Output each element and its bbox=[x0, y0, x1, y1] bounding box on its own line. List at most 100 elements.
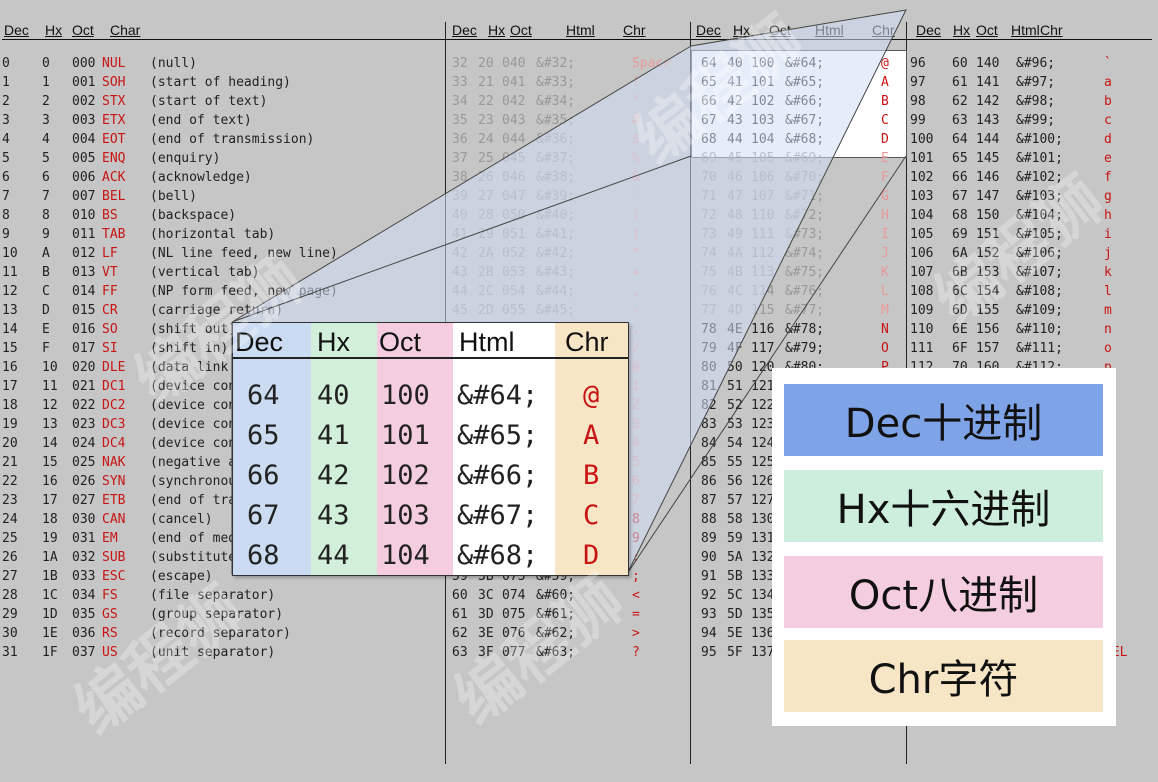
chr-cell: H bbox=[881, 208, 889, 223]
chr-cell: 0 bbox=[632, 360, 640, 375]
hx-cell: 16 bbox=[42, 474, 58, 489]
callout-hx: 40 bbox=[317, 380, 350, 411]
oct-cell: 146 bbox=[976, 170, 1000, 185]
oct-cell: 055 bbox=[502, 303, 526, 318]
hx-cell: 5D bbox=[727, 607, 743, 622]
oct-cell: 141 bbox=[976, 75, 1000, 90]
oct-cell: 035 bbox=[72, 607, 96, 622]
table-row: 99 63 143 &#99; c bbox=[908, 111, 1156, 130]
html-cell: &#101; bbox=[1016, 151, 1063, 166]
hx-cell: F bbox=[42, 341, 50, 356]
oct-cell: 043 bbox=[502, 113, 526, 128]
html-cell: &#76; bbox=[785, 284, 825, 299]
oct-cell: 002 bbox=[72, 94, 96, 109]
html-cell: &#68; bbox=[785, 132, 825, 147]
oct-cell: 137 bbox=[751, 645, 775, 660]
callout-header-hx: Hx bbox=[317, 327, 350, 357]
html-cell: &#106; bbox=[1016, 246, 1063, 261]
html-cell: &#96; bbox=[1016, 56, 1056, 71]
chr-cell: / bbox=[632, 341, 640, 356]
char-cell: GS bbox=[102, 607, 118, 622]
callout-header-oct: Oct bbox=[379, 327, 422, 357]
hx-cell: D bbox=[42, 303, 50, 318]
table-row: 11 B 013 VT (vertical tab) bbox=[0, 263, 440, 282]
dec-cell: 45 bbox=[452, 303, 468, 318]
oct-cell: 013 bbox=[72, 265, 96, 280]
hx-cell: 5F bbox=[727, 645, 743, 660]
oct-cell: 151 bbox=[976, 227, 1000, 242]
col0-header-dec: Dec bbox=[4, 22, 29, 38]
table-row: 28 1C 034 FS (file separator) bbox=[0, 586, 440, 605]
table-row: 32 20 040 &#32; Space bbox=[448, 54, 688, 73]
callout-dec: 66 bbox=[247, 460, 280, 491]
hx-cell: B bbox=[42, 265, 50, 280]
dec-cell: 85 bbox=[701, 455, 717, 470]
char-cell: ETB bbox=[102, 493, 126, 508]
table-row: 42 2A 052 &#42; * bbox=[448, 244, 688, 263]
hx-cell: 12 bbox=[42, 398, 58, 413]
table-row: 43 2B 053 &#43; + bbox=[448, 263, 688, 282]
dec-cell: 40 bbox=[452, 208, 468, 223]
char-cell: CR bbox=[102, 303, 118, 318]
html-cell: &#70; bbox=[785, 170, 825, 185]
callout-oct: 100 bbox=[381, 380, 430, 411]
chr-cell: C bbox=[881, 113, 889, 128]
oct-cell: 114 bbox=[751, 284, 775, 299]
dec-cell: 20 bbox=[2, 436, 18, 451]
description-cell: (end of transmission) bbox=[150, 132, 315, 147]
chr-cell: + bbox=[632, 265, 640, 280]
table-row: 5 5 005 ENQ (enquiry) bbox=[0, 149, 440, 168]
oct-cell: 143 bbox=[976, 113, 1000, 128]
description-cell: (end of text) bbox=[150, 113, 252, 128]
hx-cell: 67 bbox=[952, 189, 968, 204]
html-cell: &#108; bbox=[1016, 284, 1063, 299]
hx-cell: 1A bbox=[42, 550, 58, 565]
dec-cell: 95 bbox=[701, 645, 717, 660]
dec-cell: 26 bbox=[2, 550, 18, 565]
table-row: 72 48 110 &#72; H bbox=[691, 206, 905, 225]
callout-chr: C bbox=[583, 500, 600, 531]
hx-cell: 6F bbox=[952, 341, 968, 356]
dec-cell: 100 bbox=[910, 132, 934, 147]
html-cell: &#43; bbox=[536, 265, 576, 280]
table-row: 0 0 000 NUL (null) bbox=[0, 54, 440, 73]
hx-cell: 4F bbox=[727, 341, 743, 356]
chr-cell: : bbox=[632, 550, 640, 565]
chr-cell: > bbox=[632, 626, 640, 641]
chr-cell: N bbox=[881, 322, 889, 337]
chr-cell: , bbox=[632, 284, 640, 299]
description-cell: (start of text) bbox=[150, 94, 268, 109]
hx-cell: 6B bbox=[952, 265, 968, 280]
char-cell: EM bbox=[102, 531, 118, 546]
dec-cell: 72 bbox=[701, 208, 717, 223]
char-cell: TAB bbox=[102, 227, 126, 242]
html-cell: &#74; bbox=[785, 246, 825, 261]
chr-cell: f bbox=[1104, 170, 1112, 185]
hx-cell: 57 bbox=[727, 493, 743, 508]
hx-cell: 1F bbox=[42, 645, 58, 660]
chr-cell: O bbox=[881, 341, 889, 356]
oct-cell: 101 bbox=[751, 75, 775, 90]
chr-cell: F bbox=[881, 170, 889, 185]
callout-chr: D bbox=[583, 540, 600, 571]
callout-oct: 102 bbox=[381, 460, 430, 491]
hx-cell: 47 bbox=[727, 189, 743, 204]
callout-hx: 44 bbox=[317, 540, 350, 571]
html-cell: &#78; bbox=[785, 322, 825, 337]
dec-cell: 103 bbox=[910, 189, 934, 204]
hx-cell: 43 bbox=[727, 113, 743, 128]
hx-cell: 2B bbox=[478, 265, 494, 280]
dec-cell: 22 bbox=[2, 474, 18, 489]
char-cell: RS bbox=[102, 626, 118, 641]
hx-cell: 4D bbox=[727, 303, 743, 318]
dec-cell: 86 bbox=[701, 474, 717, 489]
dec-cell: 81 bbox=[701, 379, 717, 394]
col1-header-hx: Hx bbox=[488, 22, 506, 38]
dec-cell: 62 bbox=[452, 626, 468, 641]
dec-cell: 99 bbox=[910, 113, 926, 128]
dec-cell: 13 bbox=[2, 303, 18, 318]
hx-cell: 62 bbox=[952, 94, 968, 109]
hx-cell: 8 bbox=[42, 208, 50, 223]
table-row: 1 1 001 SOH (start of heading) bbox=[0, 73, 440, 92]
char-cell: DC4 bbox=[102, 436, 126, 451]
